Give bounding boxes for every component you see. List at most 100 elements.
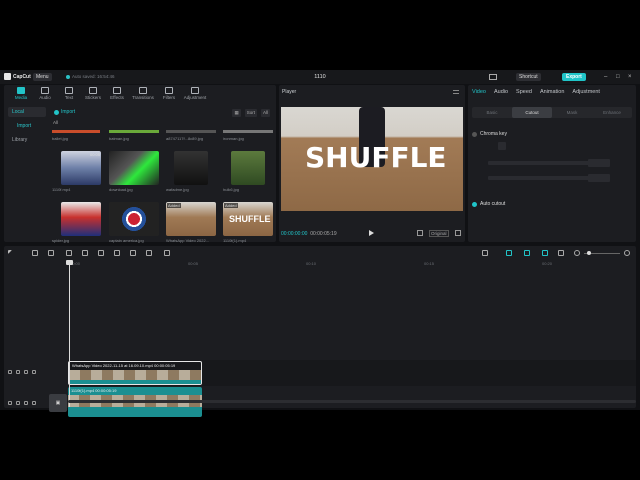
shuffle-thumb-text: SHUFFLE [229, 214, 271, 224]
play-icon[interactable] [369, 230, 374, 236]
cover-button[interactable]: ▣ [49, 394, 67, 412]
tool-transitions[interactable]: Transitions [129, 85, 157, 105]
fullscreen-icon[interactable] [455, 230, 461, 236]
media-item[interactable] [61, 202, 101, 236]
minimize-icon[interactable]: – [604, 73, 607, 81]
audio-mute-icon[interactable] [32, 401, 36, 405]
track-2-controls [8, 401, 36, 405]
tool-label: Adjustment [183, 95, 207, 100]
overlay-clip[interactable]: WhatsApp Video 2022-11-15 at 16.09.10.mp… [68, 361, 202, 385]
fit-icon[interactable] [417, 230, 423, 236]
delete-icon[interactable] [82, 250, 88, 256]
sidebar-item-local[interactable]: Local [8, 107, 46, 117]
chroma-key-radio-icon[interactable] [472, 131, 477, 137]
sidebar-item-library[interactable]: Library [8, 135, 46, 145]
media-item[interactable] [231, 151, 265, 185]
duration-badge: 00:05 [89, 152, 100, 157]
inspector-panel: Video Audio Speed Animation Adjustment B… [468, 85, 636, 242]
media-name: ironman.jpg [223, 136, 244, 141]
media-thumb-partial[interactable] [52, 130, 100, 133]
tool-filters[interactable]: Filters [157, 85, 181, 105]
lock-icon[interactable] [16, 401, 20, 405]
sidebar-item-import[interactable]: Import [8, 123, 46, 129]
media-item[interactable] [109, 202, 159, 236]
subtab-basic[interactable]: Basic [472, 107, 512, 118]
track-select-icon[interactable] [8, 370, 12, 374]
timeline-scrollbar[interactable] [68, 400, 636, 403]
auto-snap-icon[interactable] [524, 250, 530, 256]
lock-icon[interactable] [16, 370, 20, 374]
export-button[interactable]: Export [562, 73, 586, 81]
player-menu-icon[interactable] [453, 90, 459, 94]
import-button[interactable]: Import [54, 109, 75, 115]
zoom-slider-knob[interactable] [587, 251, 591, 255]
auto-cutout-option[interactable]: Auto cutout [472, 201, 505, 207]
zoom-in-icon[interactable] [624, 250, 630, 256]
zoom-out-icon[interactable] [574, 250, 580, 256]
tab-speed[interactable]: Speed [516, 89, 532, 95]
sort-button[interactable]: Sort [244, 109, 257, 117]
playhead[interactable] [69, 261, 70, 407]
tool-adjustment[interactable]: Adjustment [181, 85, 209, 105]
shadow-value[interactable] [588, 174, 610, 182]
linkage-icon[interactable] [542, 250, 548, 256]
tab-animation[interactable]: Animation [540, 89, 564, 95]
media-thumb-partial[interactable] [223, 130, 273, 133]
freeze-icon[interactable] [98, 250, 104, 256]
intensity-value[interactable] [588, 159, 610, 167]
chroma-key-option[interactable]: Chroma key [472, 131, 507, 137]
split-icon[interactable] [66, 250, 72, 256]
close-icon[interactable]: × [628, 73, 632, 81]
reverse-icon[interactable] [114, 250, 120, 256]
media-icon [17, 87, 25, 94]
color-picker-swatch[interactable] [498, 142, 506, 150]
select-cursor-icon[interactable] [8, 250, 12, 254]
auto-cutout-radio-icon[interactable] [472, 201, 477, 207]
media-name: hulk6.jpg [223, 187, 240, 192]
subtab-enhance[interactable]: Enhance [592, 107, 632, 118]
all-filter-button[interactable]: All [260, 109, 270, 117]
media-thumb-partial[interactable] [166, 130, 216, 133]
tool-media[interactable]: Media [9, 85, 33, 105]
eye-icon[interactable] [24, 370, 28, 374]
media-item[interactable]: Added SHUFFLE [223, 202, 273, 236]
shortcut-button[interactable]: Shortcut [516, 73, 541, 81]
auto-cutout-label: Auto cutout [480, 201, 506, 207]
audio-mute-icon[interactable] [32, 370, 36, 374]
preview-axis-icon[interactable] [558, 250, 564, 256]
redo-icon[interactable] [48, 250, 54, 256]
undo-icon[interactable] [32, 250, 38, 256]
mirror-icon[interactable] [130, 250, 136, 256]
media-item[interactable]: Added [166, 202, 216, 236]
view-toggle-icon[interactable]: ▦ [232, 109, 241, 117]
crop-icon[interactable] [164, 250, 170, 256]
shadow-slider[interactable] [488, 176, 598, 180]
subtab-cutout[interactable]: Cutout [512, 107, 552, 118]
ratio-original-button[interactable]: Original [429, 230, 449, 237]
tool-label: Effects [110, 95, 124, 100]
media-item[interactable] [109, 151, 159, 185]
microphone-icon[interactable] [482, 250, 488, 256]
track-select-icon[interactable] [8, 401, 12, 405]
maximize-icon[interactable]: □ [616, 73, 620, 81]
subtab-mask[interactable]: Mask [552, 107, 592, 118]
tool-effects[interactable]: Effects [105, 85, 129, 105]
tab-video[interactable]: Video [472, 89, 486, 95]
media-item[interactable]: 00:05 [61, 151, 101, 185]
timeline-ruler[interactable]: 00:00 00:05 00:10 00:15 00:20 [68, 261, 636, 269]
layout-icon[interactable] [489, 74, 497, 80]
tab-audio[interactable]: Audio [494, 89, 508, 95]
media-item[interactable] [174, 151, 208, 185]
tab-adjustment[interactable]: Adjustment [572, 89, 600, 95]
media-thumb-partial[interactable] [109, 130, 159, 133]
playhead-handle[interactable] [66, 260, 73, 265]
tool-text[interactable]: Text [57, 85, 81, 105]
eye-icon[interactable] [24, 401, 28, 405]
project-title[interactable]: 1110 [0, 74, 640, 80]
intensity-slider[interactable] [488, 161, 598, 165]
video-preview[interactable]: SHUFFLE [281, 107, 463, 211]
link-main-track-icon[interactable] [506, 250, 512, 256]
rotate-icon[interactable] [146, 250, 152, 256]
tool-audio[interactable]: Audio [33, 85, 57, 105]
tool-stickers[interactable]: Stickers [81, 85, 105, 105]
